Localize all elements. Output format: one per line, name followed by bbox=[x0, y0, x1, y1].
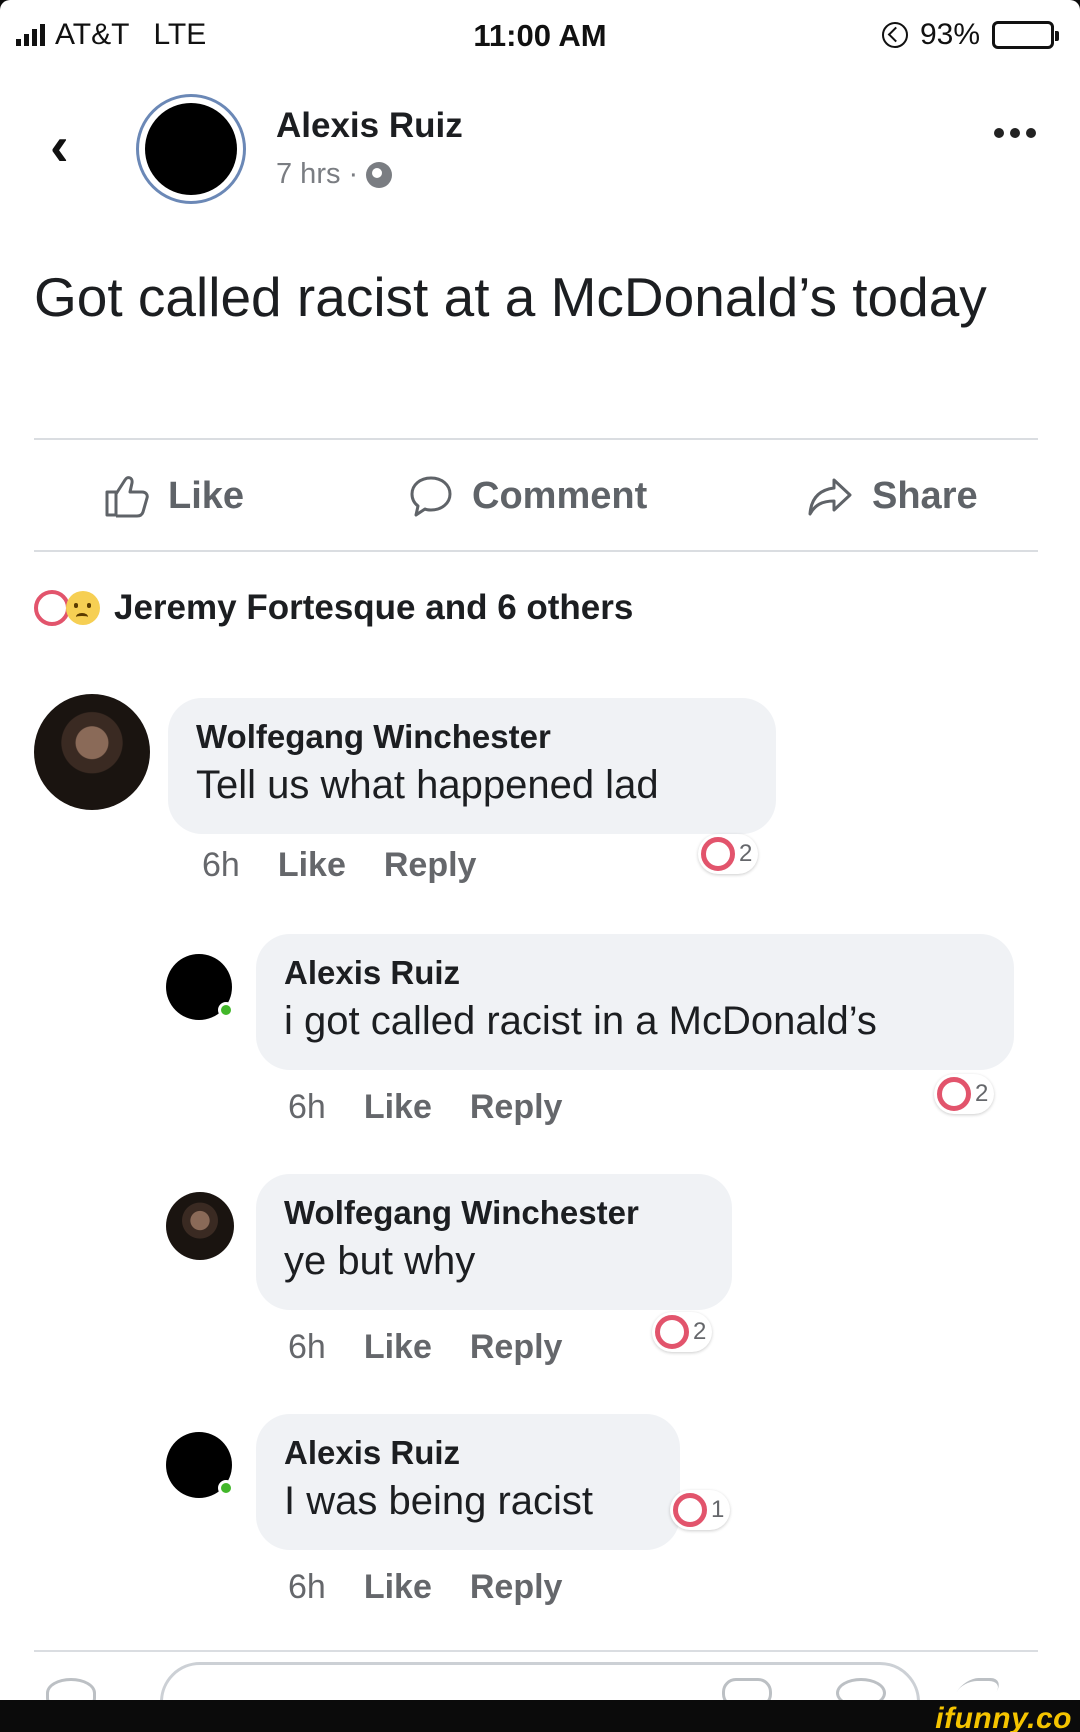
comment-time: 6h bbox=[288, 1088, 326, 1126]
reactions-summary-text: Jeremy Fortesque and 6 others bbox=[114, 588, 634, 627]
comment-input[interactable] bbox=[160, 1662, 920, 1700]
comment-like-button[interactable]: Like bbox=[364, 1088, 432, 1127]
comment-text: I was being racist bbox=[284, 1479, 594, 1523]
camera-icon[interactable] bbox=[46, 1678, 96, 1700]
share-arrow-icon bbox=[808, 478, 852, 516]
emoji-icon[interactable] bbox=[836, 1678, 886, 1700]
commenter-avatar[interactable] bbox=[166, 954, 234, 1020]
battery-percent: 93% bbox=[919, 18, 980, 51]
love-reaction-icon bbox=[937, 1077, 971, 1111]
send-icon[interactable] bbox=[947, 1678, 1005, 1700]
comment-text: i got called racist in a McDonald’s bbox=[284, 999, 877, 1043]
comment-author[interactable]: Alexis Ruiz bbox=[284, 1432, 652, 1474]
like-label: Like bbox=[168, 474, 245, 517]
gif-icon[interactable] bbox=[722, 1678, 772, 1700]
comment-reaction-count[interactable]: 1 bbox=[670, 1490, 731, 1530]
comment-time: 6h bbox=[288, 1328, 326, 1366]
share-label: Share bbox=[872, 474, 978, 517]
online-status-dot bbox=[218, 1480, 234, 1496]
post-text: Got called racist at a McDonald’s today bbox=[34, 266, 987, 328]
comment-reply-button[interactable]: Reply bbox=[470, 1088, 563, 1127]
meta-separator: · bbox=[348, 158, 359, 190]
comment-reaction-count[interactable]: 2 bbox=[934, 1074, 995, 1114]
comment-like-button[interactable]: Like bbox=[364, 1568, 432, 1607]
comment-reply-button[interactable]: Reply bbox=[470, 1568, 563, 1607]
love-reaction-icon bbox=[701, 837, 735, 871]
comment-bubble: Wolfegang Winchester ye but why bbox=[256, 1174, 732, 1310]
status-right: 93% bbox=[881, 18, 1059, 52]
comment-reaction-count[interactable]: 2 bbox=[652, 1312, 713, 1352]
watermark-strip bbox=[0, 1700, 1080, 1732]
author-avatar[interactable] bbox=[136, 94, 246, 204]
comment-author[interactable]: Wolfegang Winchester bbox=[284, 1192, 704, 1234]
watermark: ifunny.co bbox=[935, 1702, 1072, 1732]
love-reaction-icon bbox=[34, 590, 70, 626]
post-author-name[interactable]: Alexis Ruiz bbox=[276, 106, 463, 146]
status-bar: AT&T LTE 11:00 AM 93% bbox=[0, 14, 1080, 58]
commenter-avatar[interactable] bbox=[34, 694, 150, 810]
comment-author[interactable]: Alexis Ruiz bbox=[284, 952, 986, 994]
love-reaction-icon bbox=[655, 1315, 689, 1349]
back-chevron-icon[interactable]: ‹ bbox=[50, 118, 69, 174]
reaction-count: 2 bbox=[739, 840, 753, 867]
comment-reply-button[interactable]: Reply bbox=[470, 1328, 563, 1367]
comment-bubble: Alexis Ruiz i got called racist in a McD… bbox=[256, 934, 1014, 1070]
divider bbox=[34, 550, 1038, 552]
comment-button[interactable]: Comment bbox=[408, 474, 647, 518]
comment-reply-button[interactable]: Reply bbox=[384, 846, 477, 885]
online-status-dot bbox=[218, 1002, 234, 1018]
thumbs-up-icon bbox=[105, 476, 149, 518]
reaction-count: 2 bbox=[975, 1080, 989, 1107]
commenter-avatar[interactable] bbox=[166, 1432, 234, 1498]
divider bbox=[34, 1650, 1038, 1652]
comment-meta: 6h Like Reply bbox=[288, 1568, 562, 1607]
phone-screen: AT&T LTE 11:00 AM 93% ‹ Alexis Ruiz 7 hr… bbox=[0, 0, 1080, 1700]
comment-bubble: Wolfegang Winchester Tell us what happen… bbox=[168, 698, 776, 834]
reaction-count: 2 bbox=[693, 1318, 707, 1345]
commenter-avatar[interactable] bbox=[166, 1192, 234, 1260]
battery-icon bbox=[992, 21, 1059, 49]
comment-text: Tell us what happened lad bbox=[196, 763, 659, 807]
post-time[interactable]: 7 hrs bbox=[276, 158, 340, 191]
more-options-icon[interactable] bbox=[994, 128, 1036, 138]
like-button[interactable]: Like bbox=[104, 474, 244, 518]
comment-time: 6h bbox=[288, 1568, 326, 1606]
comment-meta: 6h Like Reply bbox=[288, 1088, 562, 1127]
comment-label: Comment bbox=[472, 474, 648, 517]
divider bbox=[34, 438, 1038, 440]
comment-bubble: Alexis Ruiz I was being racist bbox=[256, 1414, 680, 1550]
comment-meta: 6h Like Reply bbox=[288, 1328, 562, 1367]
comment-text: ye but why bbox=[284, 1239, 476, 1283]
comment-like-button[interactable]: Like bbox=[278, 846, 346, 885]
globe-icon bbox=[366, 161, 393, 188]
sad-reaction-icon bbox=[66, 591, 100, 625]
reactions-summary[interactable]: Jeremy Fortesque and 6 others bbox=[34, 588, 633, 628]
comment-like-button[interactable]: Like bbox=[364, 1328, 432, 1367]
reaction-count: 1 bbox=[711, 1496, 725, 1523]
comment-meta: 6h Like Reply bbox=[202, 846, 476, 885]
share-button[interactable]: Share bbox=[806, 474, 978, 518]
comment-author[interactable]: Wolfegang Winchester bbox=[196, 716, 748, 758]
rotation-lock-icon bbox=[881, 22, 908, 48]
comment-bubble-icon bbox=[410, 476, 452, 517]
comment-reaction-count[interactable]: 2 bbox=[698, 834, 759, 874]
post-meta: 7 hrs · bbox=[276, 158, 393, 191]
love-reaction-icon bbox=[673, 1493, 707, 1527]
comment-time: 6h bbox=[202, 846, 240, 884]
